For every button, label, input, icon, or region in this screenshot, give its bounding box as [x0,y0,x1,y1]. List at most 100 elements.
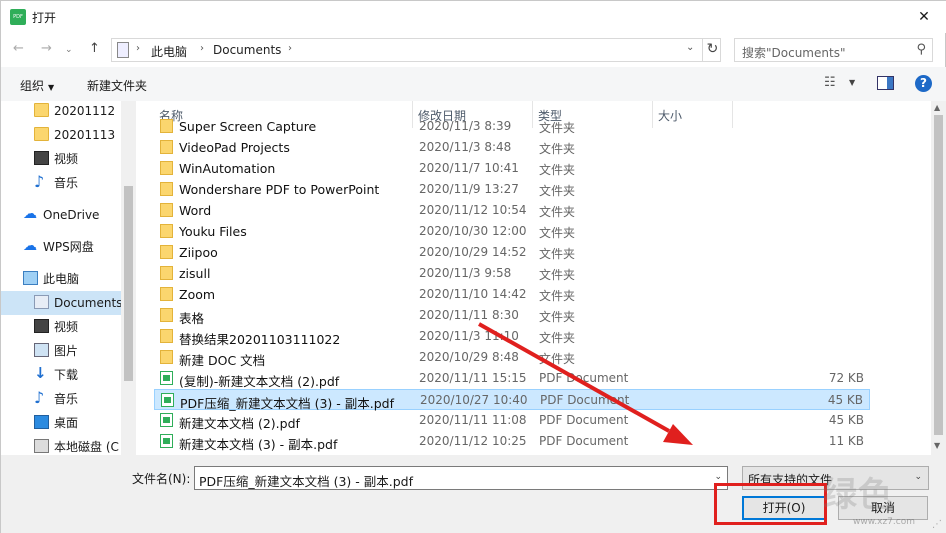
filename-input[interactable]: PDF压缩_新建文本文档 (3) - 副本.pdf ⌄ [194,466,728,490]
pdf-file-icon [160,371,173,385]
nav-item[interactable]: ♪ 音乐 [1,171,123,195]
bottom-panel: 文件名(N): PDF压缩_新建文本文档 (3) - 副本.pdf ⌄ 所有支持… [1,455,946,533]
breadcrumb-this-pc[interactable]: 此电脑 [151,43,187,60]
file-name: Word [179,203,212,218]
new-folder-button[interactable]: 新建文件夹 [87,77,147,94]
search-box[interactable]: 搜索"Documents" ⚲ [734,38,933,62]
nav-item[interactable]: Documents [1,291,123,315]
file-type: 文件夹 [539,310,576,324]
file-name: 新建文本文档 (3) - 副本.pdf [179,437,338,452]
nav-item[interactable]: 视频 [1,147,123,171]
back-arrow-icon[interactable]: ← [13,41,24,56]
preview-pane-icon[interactable] [877,76,894,90]
nav-item[interactable]: 桌面 [1,411,123,435]
file-row[interactable]: Word 2020/11/12 10:54 文件夹 [154,200,870,221]
pictures-icon [34,343,49,357]
nav-item[interactable]: ☁ OneDrive [1,203,123,227]
wps-cloud-icon: ☁ [23,238,37,254]
nav-item[interactable]: 视频 [1,315,123,339]
nav-scrollbar[interactable] [121,101,136,455]
nav-item[interactable]: 20201112 [1,101,123,123]
address-row: ← → ⌄ ↑ › 此电脑 › Documents › ⌄ ↻ 搜索"Docum… [1,33,946,67]
recent-locations-chevron-icon[interactable]: ⌄ [65,45,73,55]
file-row[interactable]: Youku Files 2020/10/30 12:00 文件夹 [154,221,870,242]
view-dropdown-icon[interactable]: ▼ [849,78,855,87]
nav-item[interactable]: ♪ 音乐 [1,387,123,411]
file-row[interactable]: Wondershare PDF to PowerPoint 2020/11/9 1… [154,179,870,200]
up-arrow-icon[interactable]: ↑ [89,41,100,56]
file-row[interactable]: Ziipoo 2020/10/29 14:52 文件夹 [154,242,870,263]
refresh-icon[interactable]: ↻ [702,38,722,62]
nav-item[interactable]: 此电脑 [1,267,123,291]
folder-icon [160,203,173,217]
scrollbar-thumb[interactable] [934,115,943,435]
file-name: 新建文本文档 (2).pdf [179,416,300,431]
pdf-file-icon [161,393,174,407]
file-row[interactable]: 新建文本文档 (3) - 副本.pdf 2020/11/12 10:25 PDF D… [154,431,870,452]
filter-dropdown-icon[interactable]: ⌄ [914,472,922,482]
file-row[interactable]: Super Screen Capture 2020/11/3 8:39 文件夹 [154,116,870,137]
nav-item-label: 视频 [54,320,79,334]
help-icon[interactable]: ? [915,75,932,92]
file-type: 文件夹 [539,352,576,366]
nav-item[interactable]: ☁ WPS网盘 [1,235,123,259]
nav-item-label: Documents [54,296,123,310]
chevron-right-icon[interactable]: › [200,43,204,54]
resize-grip-icon[interactable]: ⋰ [932,519,942,530]
file-row[interactable]: Zoom 2020/11/10 14:42 文件夹 [154,284,870,305]
address-bar[interactable]: › 此电脑 › Documents › ⌄ ↻ [111,38,721,62]
file-type: PDF Document [540,393,630,407]
sort-ascending-icon: ^ [278,101,286,108]
download-icon: ↓ [34,364,47,382]
nav-scrollbar-thumb[interactable] [124,186,133,381]
address-dropdown-icon[interactable]: ⌄ [686,42,694,53]
file-row[interactable]: WinAutomation 2020/11/7 10:41 文件夹 [154,158,870,179]
view-options-icon[interactable]: ☷ [824,75,836,90]
chevron-right-icon[interactable]: › [288,43,292,54]
nav-item-label: 桌面 [54,416,79,430]
command-bar: 组织 ▼ 新建文件夹 ☷ ▼ ? [1,67,946,101]
nav-item-label: 下载 [54,368,79,382]
filename-dropdown-icon[interactable]: ⌄ [714,472,722,482]
nav-item[interactable]: 20201113 [1,123,123,147]
file-type: 文件夹 [539,247,576,261]
file-row[interactable]: 替换结果20201103111022 2020/11/3 11:10 文件夹 [154,326,870,347]
file-type: 文件夹 [539,142,576,156]
chevron-right-icon[interactable]: › [136,43,140,54]
file-row[interactable]: 新建 DOC 文档 2020/10/29 8:48 文件夹 [154,347,870,368]
file-row[interactable]: PDF压缩_新建文本文档 (3) - 副本.pdf 2020/10/27 10:4… [154,389,870,411]
file-name: WinAutomation [179,161,276,176]
scroll-up-icon[interactable]: ▲ [934,103,940,112]
file-row[interactable]: VideoPad Projects 2020/11/3 8:48 文件夹 [154,137,870,158]
organize-label: 组织 [20,79,45,93]
file-row[interactable]: 表格 2020/11/11 8:30 文件夹 [154,305,870,326]
organize-button[interactable]: 组织 ▼ [20,77,54,94]
nav-item[interactable]: 图片 [1,339,123,363]
breadcrumb-documents[interactable]: Documents [213,43,281,57]
close-button[interactable]: ✕ [901,1,946,33]
forward-arrow-icon[interactable]: → [41,41,52,56]
file-date: 2020/11/3 9:58 [419,266,512,280]
music-icon: ♪ [34,388,45,407]
file-row[interactable]: 新建文本文档 (2).pdf 2020/11/11 11:08 PDF Docume… [154,410,870,431]
file-date: 2020/11/9 13:27 [419,182,519,196]
scroll-down-icon[interactable]: ▼ [934,441,940,450]
folder-icon [160,287,173,301]
file-row[interactable]: zisull 2020/11/3 9:58 文件夹 [154,263,870,284]
file-type: 文件夹 [539,289,576,303]
navigation-pane: 20201112 20201113 视频 ♪ 音乐 ☁ OneDrive ☁ WPS网盘 此电脑 D… [1,101,136,455]
search-icon[interactable]: ⚲ [916,42,926,57]
nav-item-label: 视频 [54,152,79,166]
nav-item-label: 20201112 [54,104,116,118]
file-list-scrollbar[interactable]: ▲ ▼ [931,101,946,455]
nav-item[interactable]: ↓ 下载 [1,363,123,387]
documents-icon [34,295,49,309]
file-date: 2020/11/11 15:15 [419,371,527,385]
file-row[interactable]: (复制)-新建文本文档 (2).pdf 2020/11/11 15:15 PDF D… [154,368,870,389]
folder-icon [160,119,173,133]
cloud-icon: ☁ [23,206,37,222]
file-date: 2020/11/11 11:08 [419,413,527,427]
documents-icon [117,42,129,58]
nav-item[interactable]: 本地磁盘 (C [1,435,123,455]
file-date: 2020/11/3 11:10 [419,329,519,343]
